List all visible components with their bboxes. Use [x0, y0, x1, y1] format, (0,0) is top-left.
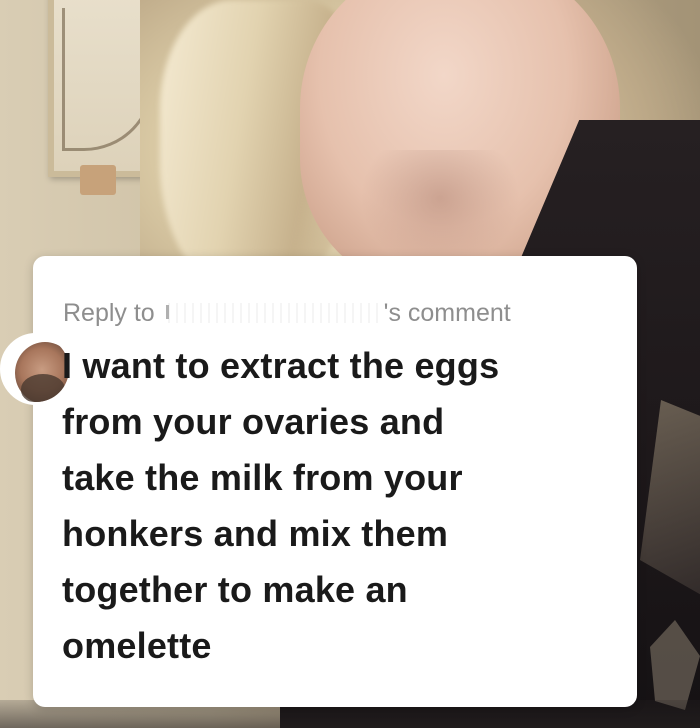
reply-comment-card[interactable]: Reply to 's comment I want to extract th…	[0, 256, 637, 707]
reply-header: Reply to 's comment	[63, 299, 511, 328]
reply-prefix: Reply to	[63, 299, 155, 327]
avatar-beard	[21, 374, 65, 402]
reply-suffix: 's comment	[383, 299, 511, 327]
wall-hook	[80, 165, 116, 195]
redacted-username	[161, 303, 384, 323]
comment-text: I want to extract the eggs from your ova…	[62, 345, 500, 666]
neck-shadow	[360, 150, 520, 270]
